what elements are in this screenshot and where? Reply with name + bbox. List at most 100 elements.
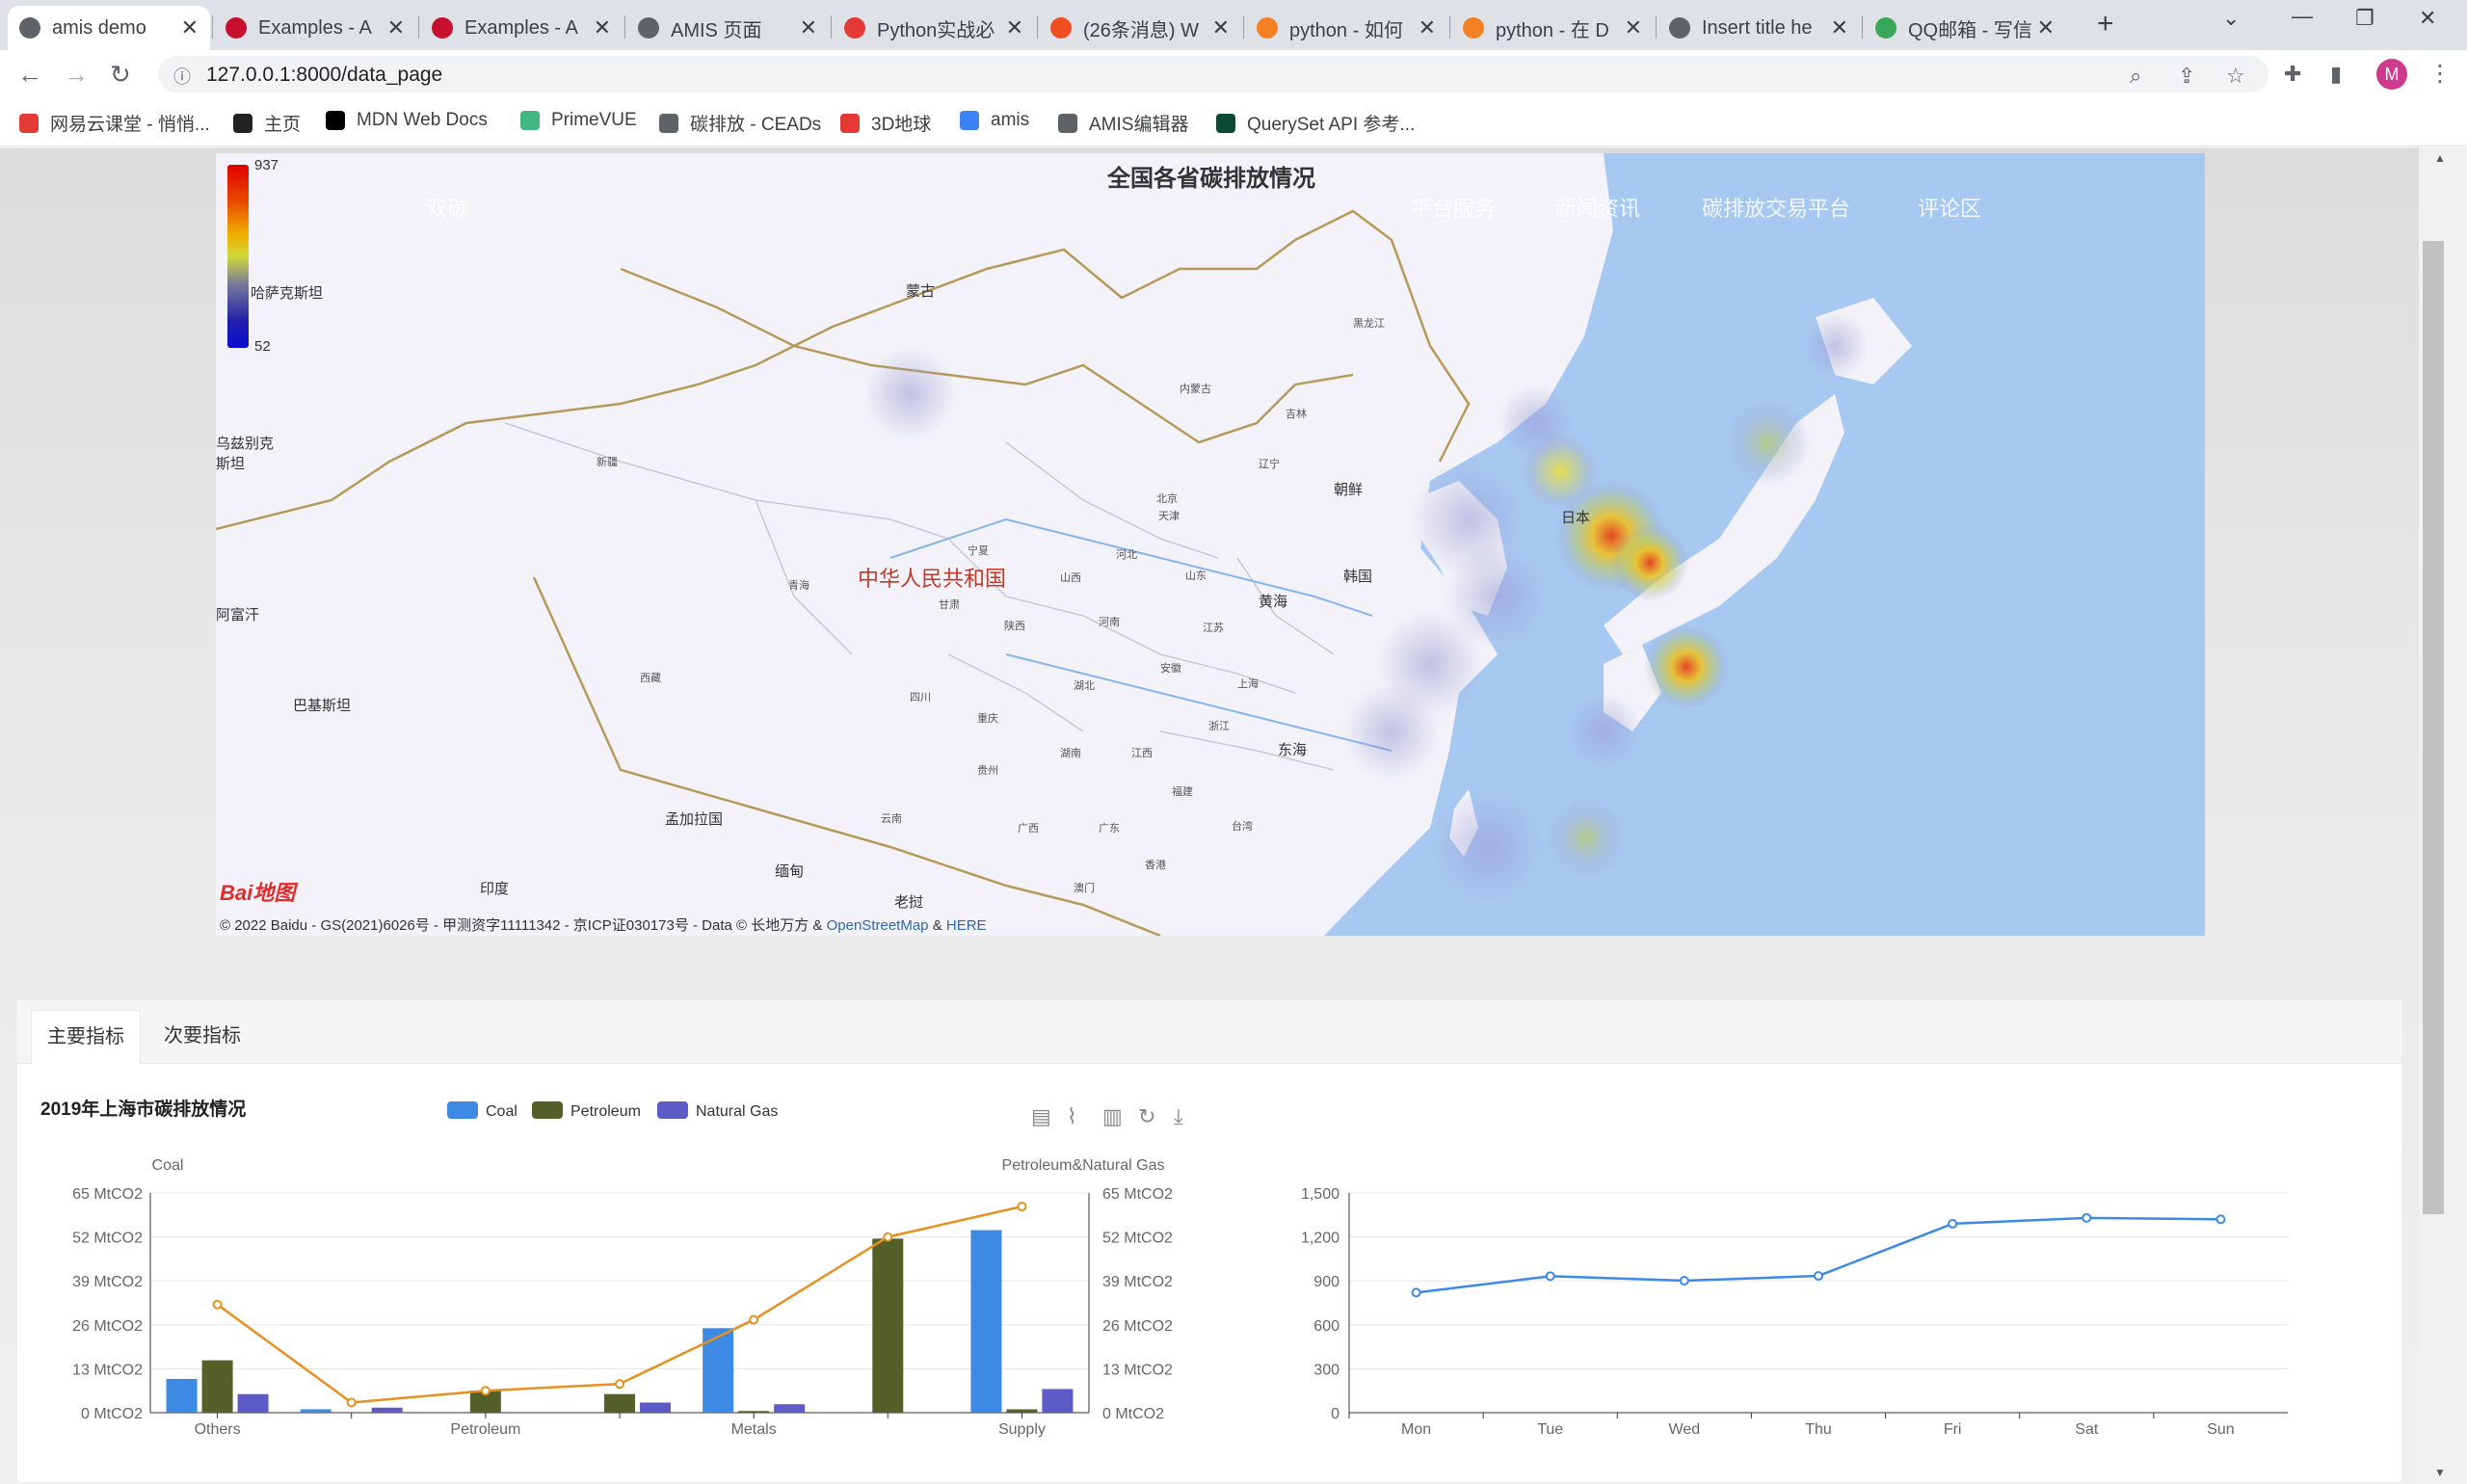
new-tab-button[interactable]: + (2097, 8, 2114, 40)
tab-close-icon[interactable]: ✕ (387, 15, 405, 40)
forward-icon[interactable]: → (64, 60, 89, 90)
line-point (2082, 1212, 2092, 1223)
bar-coal (300, 1409, 332, 1413)
bookmark-item[interactable]: PrimeVUE (520, 110, 637, 131)
url-text[interactable]: 127.0.0.1:8000/data_page (206, 64, 442, 87)
legend-min-label: 52 (254, 338, 271, 355)
tab-separator (212, 15, 213, 39)
heat-spot (863, 348, 956, 440)
bookmark-item[interactable]: 3D地球 (840, 110, 931, 136)
browser-tab[interactable]: python - 在 D ✕ (1451, 6, 1654, 50)
browser-tab[interactable]: Insert title he ✕ (1658, 6, 1860, 50)
bar-chart-icon: ▥ (1102, 1105, 1123, 1129)
browser-tab[interactable]: amis demo ✕ (8, 6, 210, 50)
osm-link[interactable]: OpenStreetMap (827, 917, 929, 934)
bookmark-item[interactable]: 碳排放 - CEADs (659, 110, 821, 136)
y-tick: 1,200 (1301, 1231, 1340, 1247)
tab-close-icon[interactable]: ✕ (1831, 15, 1848, 40)
profile-avatar[interactable]: M (2376, 59, 2407, 90)
nav-ghost-home[interactable]: 双碳 (426, 192, 468, 223)
bookmark-star-icon[interactable]: ☆ (2226, 64, 2245, 89)
browser-tab[interactable]: AMIS 页面 ✕ (626, 6, 829, 50)
browser-tab[interactable]: (26条消息) W ✕ (1039, 6, 1241, 50)
tab-secondary-indicators[interactable]: 次要指标 (148, 1010, 256, 1064)
tab-close-icon[interactable]: ✕ (1006, 15, 1023, 40)
label-province: 四川 (910, 692, 931, 703)
browser-tab[interactable]: Examples - A ✕ (420, 6, 623, 50)
scroll-up-icon[interactable]: ▲ (2434, 151, 2446, 165)
bookmark-item[interactable]: AMIS编辑器 (1058, 110, 1188, 136)
address-bar[interactable]: ⓘ 127.0.0.1:8000/data_page ⌕ ⇪ ☆ (158, 56, 2268, 93)
tab-close-icon[interactable]: ✕ (1212, 15, 1230, 40)
download-icon: ⤓ (1174, 1105, 1183, 1129)
bookmark-item[interactable]: QuerySet API 参考... (1216, 110, 1415, 136)
tab-separator (1449, 15, 1450, 39)
label-province: 福建 (1172, 786, 1193, 798)
tab-separator (624, 15, 625, 39)
bar-petroleum (738, 1411, 770, 1413)
legend-max-label: 937 (254, 157, 279, 173)
zoom-icon[interactable]: ⌕ (2130, 64, 2141, 89)
nav-ghost-services[interactable]: 平台服务 (1411, 192, 1496, 223)
bookmark-item[interactable]: amis (960, 110, 1029, 131)
browser-tab[interactable]: python - 如何 ✕ (1245, 6, 1447, 50)
scrollbar-thumb[interactable] (2423, 241, 2444, 1214)
bookmark-item[interactable]: 主页 (233, 110, 301, 136)
copyright-amp: & (932, 917, 942, 934)
nav-ghost-comments[interactable]: 评论区 (1918, 192, 1981, 223)
label-province: 重庆 (977, 713, 998, 725)
bookmark-favicon-icon (1216, 113, 1235, 133)
label-province: 黑龙江 (1353, 318, 1385, 330)
y-tick-right: 0 MtCO2 (1102, 1406, 1164, 1422)
close-window-button[interactable]: ✕ (2419, 6, 2436, 31)
tab-separator (1037, 15, 1038, 39)
reload-icon[interactable]: ↻ (110, 60, 131, 90)
label-province: 香港 (1145, 860, 1166, 871)
bookmark-label: MDN Web Docs (357, 110, 488, 130)
weekly-line-chart[interactable]: 0 300 600 900 1,200 1,500 Mon Tue Wed Thu Fri Sat Su… (1251, 1064, 2388, 1482)
bookmark-label: amis (991, 110, 1030, 130)
label-mongolia: 蒙古 (906, 283, 936, 300)
y-axis-left-name: Coal (152, 1157, 184, 1174)
tab-close-icon[interactable]: ✕ (2037, 15, 2055, 40)
here-link[interactable]: HERE (946, 917, 987, 934)
tab-close-icon[interactable]: ✕ (181, 15, 199, 40)
bookmark-favicon-icon (19, 113, 39, 133)
tab-close-icon[interactable]: ✕ (1625, 15, 1642, 40)
nav-ghost-trading[interactable]: 碳排放交易平台 (1702, 192, 1850, 223)
scroll-down-icon[interactable]: ▼ (2434, 1466, 2446, 1479)
bookmark-item[interactable]: 网易云课堂 - 悄悄... (19, 110, 210, 136)
extensions-icon[interactable]: ✚ (2284, 62, 2301, 87)
emissions-bar-chart[interactable]: 2019年上海市碳排放情况 Coal Petroleum Natural Gas ▤ ⌇ ▥… (17, 1064, 1212, 1482)
heat-spot (1430, 789, 1546, 905)
restore-button[interactable]: ❐ (2355, 6, 2374, 31)
line-point (615, 1379, 624, 1390)
tab-close-icon[interactable]: ✕ (1419, 15, 1436, 40)
tab-search-icon[interactable]: ⌄ (2222, 6, 2240, 31)
chart-title: 2019年上海市碳排放情况 (40, 1098, 246, 1120)
y-tick-left: 26 MtCO2 (72, 1318, 143, 1335)
heat-legend-bar (227, 165, 249, 348)
menu-kebab-icon[interactable]: ⋮ (2428, 60, 2452, 88)
share-icon[interactable]: ⇪ (2178, 64, 2195, 89)
browser-tab[interactable]: Python实战必 ✕ (833, 6, 1035, 50)
label-north-korea: 朝鲜 (1334, 482, 1364, 498)
x-tick-label: Sun (2207, 1421, 2234, 1438)
bookmark-item[interactable]: MDN Web Docs (326, 110, 488, 131)
tab-close-icon[interactable]: ✕ (800, 15, 817, 40)
side-panel-icon[interactable]: ▮ (2330, 62, 2342, 87)
site-info-icon[interactable]: ⓘ (173, 64, 191, 89)
nav-ghost-news[interactable]: 新闻资讯 (1555, 192, 1640, 223)
browser-tab[interactable]: Examples - A ✕ (214, 6, 416, 50)
y-axis-right-name: Petroleum&Natural Gas (1002, 1157, 1165, 1174)
copyright-text: © 2022 Baidu - GS(2021)6026号 - 甲测资字11111… (220, 917, 823, 934)
label-province: 甘肃 (939, 599, 960, 611)
line-point (749, 1314, 759, 1325)
bar-natural-gas (1042, 1389, 1074, 1413)
tab-close-icon[interactable]: ✕ (594, 15, 611, 40)
heat-map[interactable]: 全国各省碳排放情况 双碳 平台服务 新闻资讯 碳排放交易平台 评论区 937 5… (216, 153, 2205, 936)
back-icon[interactable]: ← (17, 60, 42, 90)
tab-primary-indicators[interactable]: 主要指标 (31, 1010, 141, 1064)
browser-tab[interactable]: QQ邮箱 - 写信 ✕ (1864, 6, 2066, 50)
minimize-button[interactable]: — (2292, 4, 2313, 29)
